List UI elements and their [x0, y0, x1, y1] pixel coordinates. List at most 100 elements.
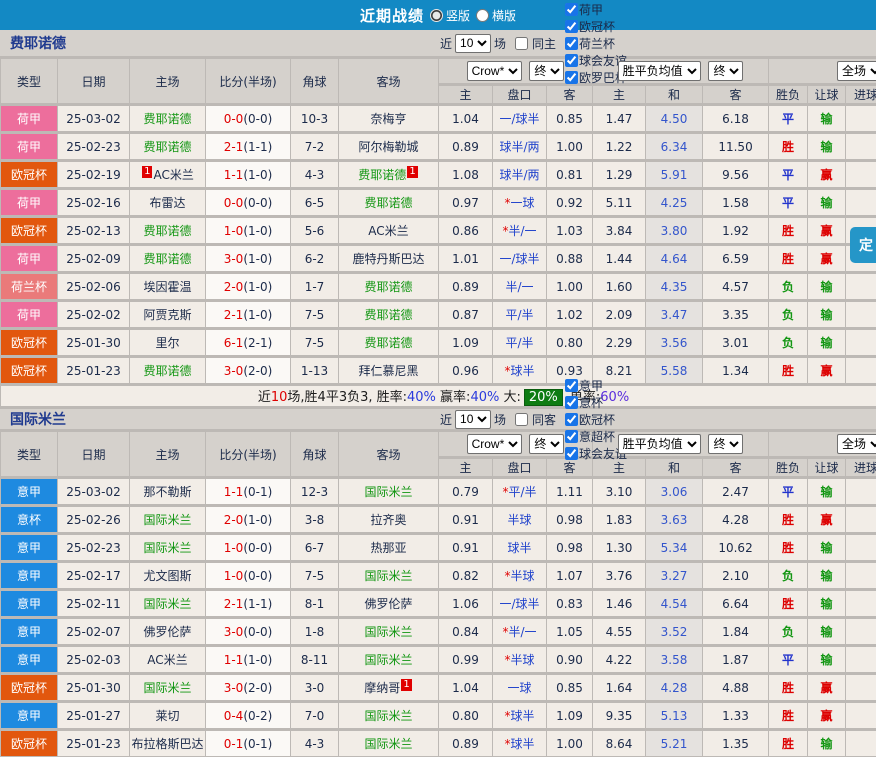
scope-select[interactable]: 全场: [837, 434, 876, 454]
final-odds-select-2[interactable]: 终: [708, 434, 743, 454]
home-team[interactable]: 埃因霍温: [130, 274, 205, 299]
away-team[interactable]: 奈梅亨: [339, 106, 438, 131]
league-checkbox-icon[interactable]: [565, 430, 578, 443]
league-filter-荷兰杯[interactable]: 荷兰杯: [559, 35, 627, 52]
away-team[interactable]: 拉齐奥: [339, 507, 438, 532]
same-away-checkbox[interactable]: [515, 413, 528, 426]
league-checkbox-icon[interactable]: [565, 379, 578, 392]
away-team[interactable]: 费耶诺德: [339, 330, 438, 355]
home-team[interactable]: 费耶诺德: [130, 218, 205, 243]
away-team[interactable]: 拜仁慕尼黑: [339, 358, 438, 383]
home-team-name[interactable]: AC米兰: [147, 653, 187, 667]
away-team[interactable]: 费耶诺德1: [339, 162, 438, 187]
home-team-name[interactable]: 埃因霍温: [143, 280, 191, 294]
league-checkbox-icon[interactable]: [565, 20, 578, 33]
home-team[interactable]: 布拉格斯巴达: [130, 731, 205, 756]
home-team-name[interactable]: 费耶诺德: [143, 140, 191, 154]
home-team[interactable]: 阿贾克斯: [130, 302, 205, 327]
match-count-select[interactable]: 10: [455, 34, 491, 53]
customize-tab-button[interactable]: 定: [850, 227, 876, 263]
match-count-select[interactable]: 10: [455, 410, 491, 429]
home-team-name[interactable]: 费耶诺德: [143, 252, 191, 266]
league-checkbox-icon[interactable]: [565, 3, 578, 16]
away-team-name[interactable]: 国际米兰: [364, 709, 412, 723]
company-select[interactable]: Crow*: [467, 61, 522, 81]
away-team[interactable]: 国际米兰: [339, 479, 438, 504]
away-team-name[interactable]: 奈梅亨: [370, 112, 406, 126]
home-team[interactable]: 费耶诺德: [130, 134, 205, 159]
away-team[interactable]: 阿尔梅勒城: [339, 134, 438, 159]
away-team[interactable]: 费耶诺德: [339, 190, 438, 215]
away-team-name[interactable]: 鹿特丹斯巴达: [352, 252, 424, 266]
home-team-name[interactable]: 佛罗伦萨: [143, 625, 191, 639]
away-team-name[interactable]: 国际米兰: [364, 625, 412, 639]
away-team-name[interactable]: 佛罗伦萨: [364, 597, 412, 611]
home-team-name[interactable]: 阿贾克斯: [143, 308, 191, 322]
away-team[interactable]: 佛罗伦萨: [339, 591, 438, 616]
away-team[interactable]: 费耶诺德: [339, 302, 438, 327]
home-team-name[interactable]: 费耶诺德: [143, 112, 191, 126]
away-team[interactable]: 国际米兰: [339, 703, 438, 728]
league-filter-意甲[interactable]: 意甲: [559, 377, 627, 394]
home-team[interactable]: 里尔: [130, 330, 205, 355]
home-team[interactable]: 布雷达: [130, 190, 205, 215]
home-team-name[interactable]: 国际米兰: [143, 597, 191, 611]
away-team-name[interactable]: 国际米兰: [364, 737, 412, 751]
away-team[interactable]: 国际米兰: [339, 563, 438, 588]
away-team[interactable]: 鹿特丹斯巴达: [339, 246, 438, 271]
home-team[interactable]: AC米兰: [130, 647, 205, 672]
final-odds-select[interactable]: 终: [529, 61, 564, 81]
home-team[interactable]: 尤文图斯: [130, 563, 205, 588]
league-filter-欧冠杯[interactable]: 欧冠杯: [559, 411, 627, 428]
away-team[interactable]: 国际米兰: [339, 647, 438, 672]
home-team[interactable]: 那不勒斯: [130, 479, 205, 504]
away-team-name[interactable]: 费耶诺德: [364, 308, 412, 322]
home-team[interactable]: 国际米兰: [130, 591, 205, 616]
final-odds-select-2[interactable]: 终: [708, 61, 743, 81]
away-team[interactable]: 摩纳哥1: [339, 675, 438, 700]
home-team-name[interactable]: 尤文图斯: [143, 569, 191, 583]
home-team[interactable]: 国际米兰: [130, 535, 205, 560]
home-team-name[interactable]: 国际米兰: [143, 681, 191, 695]
away-team-name[interactable]: 费耶诺德: [364, 196, 412, 210]
company-select[interactable]: Crow*: [467, 434, 522, 454]
league-checkbox-icon[interactable]: [565, 396, 578, 409]
home-team-name[interactable]: 里尔: [155, 336, 179, 350]
away-team-name[interactable]: 拜仁慕尼黑: [358, 364, 418, 378]
away-team-name[interactable]: 国际米兰: [364, 653, 412, 667]
league-filter-意杯[interactable]: 意杯: [559, 394, 627, 411]
home-team-name[interactable]: 布拉格斯巴达: [131, 737, 203, 751]
home-team-name[interactable]: 费耶诺德: [143, 364, 191, 378]
away-team-name[interactable]: 热那亚: [370, 541, 406, 555]
same-home-checkbox[interactable]: [515, 37, 528, 50]
home-team[interactable]: 国际米兰: [130, 507, 205, 532]
away-team-name[interactable]: AC米兰: [368, 224, 408, 238]
scope-select[interactable]: 全场: [837, 61, 876, 81]
home-team-name[interactable]: 费耶诺德: [143, 224, 191, 238]
away-team[interactable]: AC米兰: [339, 218, 438, 243]
league-checkbox-icon[interactable]: [565, 413, 578, 426]
away-team-name[interactable]: 拉齐奥: [370, 513, 406, 527]
avg-select[interactable]: 胜平负均值: [618, 434, 701, 454]
home-team[interactable]: 莱切: [130, 703, 205, 728]
away-team-name[interactable]: 费耶诺德: [364, 336, 412, 350]
home-team-name[interactable]: 国际米兰: [143, 513, 191, 527]
away-team-name[interactable]: 费耶诺德: [358, 168, 406, 182]
away-team-name[interactable]: 费耶诺德: [364, 280, 412, 294]
league-checkbox-icon[interactable]: [565, 37, 578, 50]
away-team[interactable]: 费耶诺德: [339, 274, 438, 299]
away-team[interactable]: 国际米兰: [339, 731, 438, 756]
home-team-name[interactable]: 那不勒斯: [143, 485, 191, 499]
league-checkbox-icon[interactable]: [565, 54, 578, 67]
home-team-name[interactable]: 国际米兰: [143, 541, 191, 555]
league-checkbox-icon[interactable]: [565, 447, 578, 460]
away-team[interactable]: 国际米兰: [339, 619, 438, 644]
league-filter-荷甲[interactable]: 荷甲: [559, 1, 627, 18]
home-team[interactable]: 1AC米兰: [130, 162, 205, 187]
final-odds-select[interactable]: 终: [529, 434, 564, 454]
home-team[interactable]: 费耶诺德: [130, 358, 205, 383]
away-team-name[interactable]: 国际米兰: [364, 569, 412, 583]
home-team-name[interactable]: AC米兰: [153, 168, 193, 182]
away-team-name[interactable]: 国际米兰: [364, 485, 412, 499]
home-team[interactable]: 国际米兰: [130, 675, 205, 700]
